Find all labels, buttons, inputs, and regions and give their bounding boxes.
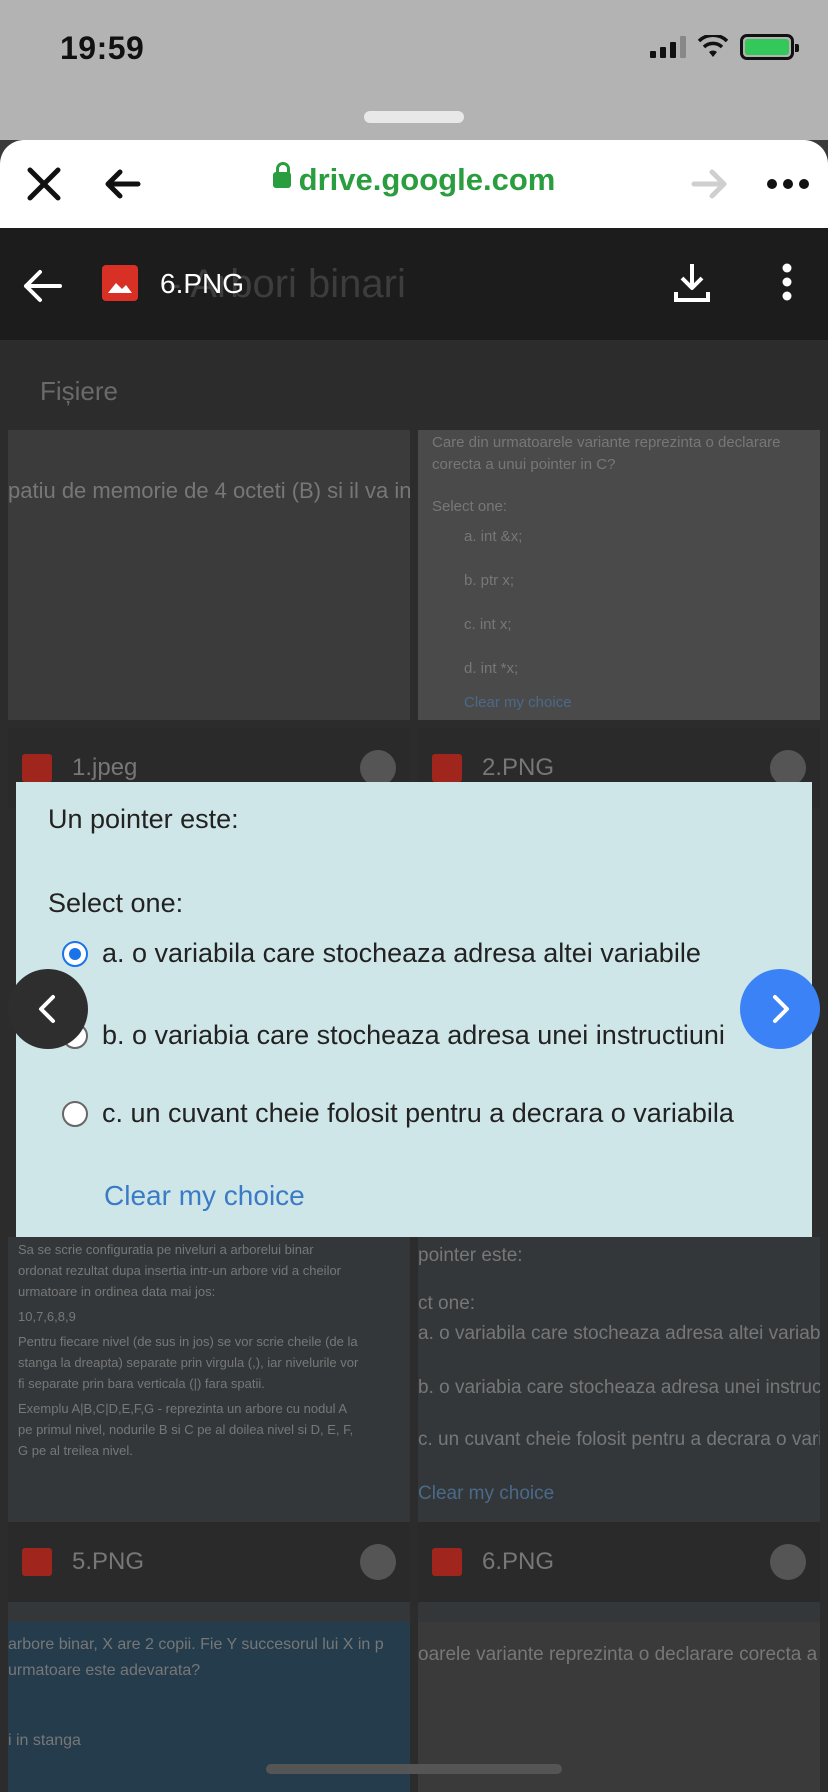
thumbnail-question: pointer este: xyxy=(418,1245,523,1266)
wifi-icon xyxy=(698,35,728,57)
status-time: 19:59 xyxy=(60,30,145,66)
thumbnail-text: patiu de memorie de 4 octeti (B) si il v… xyxy=(8,478,410,503)
thumbnail-option: a. o variabila care stocheaza adresa alt… xyxy=(418,1323,820,1344)
image-preview: Un pointer este: Select one: a. o variab… xyxy=(16,782,812,1237)
file-thumbnail[interactable]: patiu de memorie de 4 octeti (B) si il v… xyxy=(8,430,410,720)
thumbnail-clear: Clear my choice xyxy=(418,1483,555,1504)
download-icon[interactable] xyxy=(672,260,712,304)
question-text: Un pointer este: xyxy=(48,804,239,834)
file-card-footer[interactable]: 5.PNG xyxy=(8,1522,410,1602)
sheet-grabber[interactable] xyxy=(364,111,464,123)
file-name: 6.PNG xyxy=(482,1548,555,1575)
cellular-signal-icon xyxy=(650,36,686,58)
file-name: 2.PNG xyxy=(482,754,555,781)
more-horizontal-icon[interactable] xyxy=(764,162,812,206)
lock-icon xyxy=(272,161,291,188)
thumbnail-option: d. int *x; xyxy=(464,660,519,677)
image-file-icon xyxy=(22,1548,52,1576)
home-indicator[interactable] xyxy=(266,1764,562,1774)
thumbnail-option: c. un cuvant cheie folosit pentru a decr… xyxy=(418,1429,820,1450)
option-label: c. un cuvant cheie folosit pentru a decr… xyxy=(102,1098,734,1128)
battery-icon xyxy=(740,34,799,60)
status-bar: 19:59 xyxy=(0,0,828,140)
image-file-icon xyxy=(432,754,462,782)
next-file-button[interactable] xyxy=(740,969,820,1049)
thumbnail-text: oarele variante reprezinta o declarare c… xyxy=(418,1644,818,1665)
previous-file-button[interactable] xyxy=(8,969,88,1049)
answer-option-c[interactable]: c. un cuvant cheie folosit pentru a decr… xyxy=(62,1098,734,1129)
info-icon[interactable] xyxy=(360,1544,396,1580)
forward-arrow-icon[interactable] xyxy=(688,162,732,206)
image-file-icon xyxy=(432,1548,462,1576)
info-icon[interactable] xyxy=(360,750,396,786)
option-label: a. o variabila care stocheaza adresa alt… xyxy=(102,938,701,968)
file-title: 6.PNG xyxy=(160,268,245,299)
section-label: Fișiere xyxy=(40,376,119,406)
drive-viewer-header: - Arbori binari 6.PNG xyxy=(0,228,828,340)
radio-icon[interactable] xyxy=(62,1100,88,1127)
info-icon[interactable] xyxy=(770,1544,806,1580)
browser-toolbar: drive.google.com xyxy=(0,140,828,228)
chevron-right-icon xyxy=(773,995,789,1023)
option-label: b. o variabia care stocheaza adresa unei… xyxy=(102,1020,725,1050)
clear-choice-link[interactable]: Clear my choice xyxy=(104,1180,305,1212)
thumbnail-option: c. int x; xyxy=(464,616,512,633)
image-file-icon xyxy=(102,265,138,301)
thumbnail-option: b. o variabia care stocheaza adresa unei… xyxy=(418,1377,820,1398)
file-thumbnail[interactable]: Care din urmatoarele variante reprezinta… xyxy=(418,430,820,720)
thumbnail-option: b. ptr x; xyxy=(464,572,515,589)
file-name: 5.PNG xyxy=(72,1548,145,1575)
thumbnail-question: Care din urmatoarele variante reprezinta… xyxy=(432,434,781,473)
back-arrow-icon[interactable] xyxy=(18,262,66,310)
status-icons xyxy=(650,34,799,60)
file-card-footer[interactable]: 6.PNG xyxy=(418,1522,820,1602)
answer-option-b[interactable]: b. o variabia care stocheaza adresa unei… xyxy=(62,1020,725,1051)
radio-selected-icon[interactable] xyxy=(62,940,88,967)
info-icon[interactable] xyxy=(770,750,806,786)
chevron-left-icon xyxy=(39,995,55,1023)
thumbnail-option: a. int &x; xyxy=(464,528,523,545)
select-label: Select one: xyxy=(48,888,184,918)
url-text: drive.google.com xyxy=(298,162,556,197)
answer-option-a[interactable]: a. o variabila care stocheaza adresa alt… xyxy=(62,938,701,969)
image-file-icon xyxy=(22,754,52,782)
file-name: 1.jpeg xyxy=(72,754,138,781)
thumbnail-select: ct one: xyxy=(418,1293,476,1314)
thumbnail-text-block: arbore binar, X are 2 copii. Fie Y succe… xyxy=(8,1636,384,1749)
thumbnail-clear: Clear my choice xyxy=(464,694,572,711)
thumbnail-select: Select one: xyxy=(432,498,508,515)
thumbnail-text-block: Sa se scrie configuratia pe niveluri a a… xyxy=(18,1242,359,1458)
more-vertical-icon[interactable] xyxy=(772,260,802,304)
